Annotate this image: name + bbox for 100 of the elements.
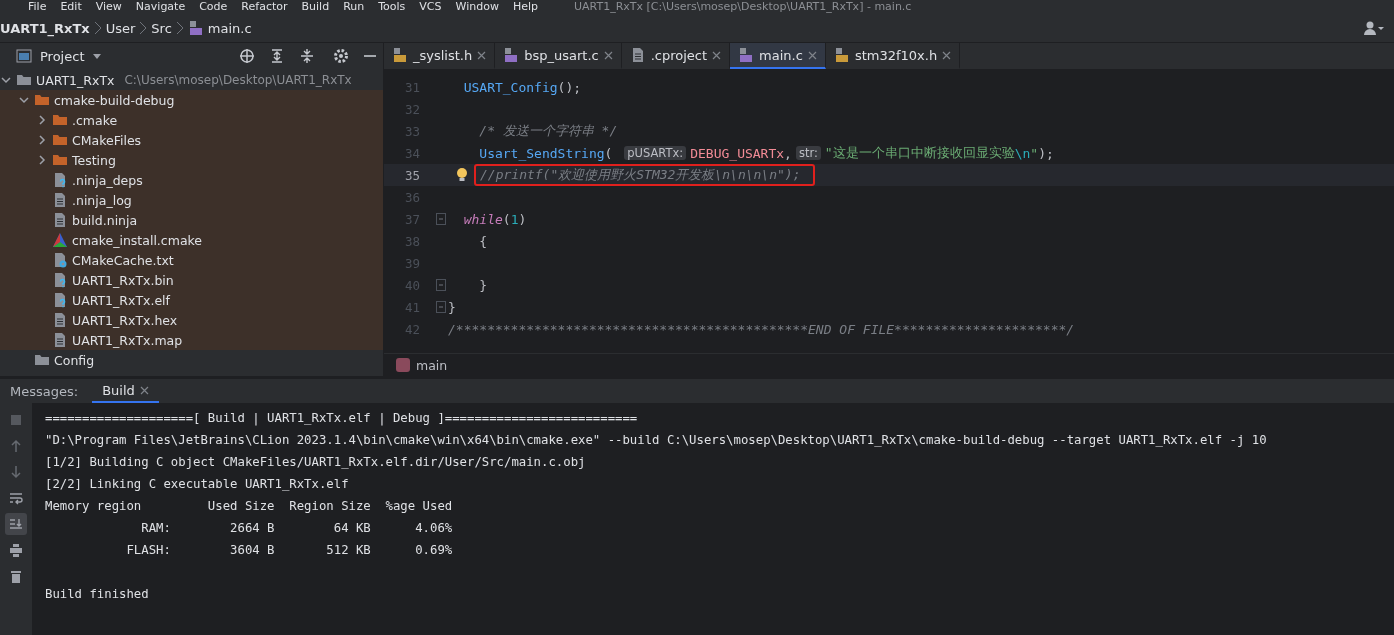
lightbulb-icon[interactable] [456,167,468,183]
parameter-hint: pUSARTx: [624,146,687,160]
fold-marker-icon[interactable] [436,279,446,291]
tree-item-label: cmake_install.cmake [72,232,203,248]
code-token: Usart_SendString [478,145,605,161]
output-line: Build finished [45,586,150,603]
tree-item-label: UART1_RxTx.bin [72,272,174,288]
output-line: [1/2] Building C object CMakeFiles/UART1_RxTx.elf.dir/User/Src/main.c.obj [45,454,587,471]
menu-item[interactable]: Code [199,1,228,13]
code-token: /*********************************************END OF FILE**********************/ [448,321,1075,337]
tree-row[interactable]: cmake_install.cmake [0,230,383,250]
chevron-right-icon [139,21,148,35]
header-file-icon [392,47,408,63]
output-line: RAM: 2664 B 64 KB 4.06% [140,520,454,537]
user-icon[interactable] [1364,20,1384,36]
tree-item-label: UART1_RxTx.elf [72,292,170,308]
chevron-right-icon[interactable] [36,134,48,146]
panel-title[interactable]: Project [40,48,85,64]
arrow-up-icon [9,439,23,453]
tree-row[interactable]: .cmake [0,110,383,130]
tree-item-label: Testing [72,152,116,168]
menu-item[interactable]: File [28,1,47,13]
menu-item[interactable]: Help [512,1,538,13]
fold-marker-icon[interactable] [436,301,446,313]
file-tab[interactable]: bsp_usart.c [495,43,622,69]
settings-icon[interactable] [333,48,349,64]
output-line: ====================[ Build | UART1_RxTx.elf | Debug ]========================== [45,410,639,428]
menu-item[interactable]: Run [343,1,365,13]
tree-row[interactable]: UART1_RxTx.hex [0,310,383,330]
file-tab[interactable]: stm32f10x.h [825,43,961,69]
code-token: DEBUG_USARTx [690,145,785,161]
chevron-down-icon[interactable] [0,74,12,86]
tree-row[interactable]: Testing [0,150,383,170]
tree-row[interactable]: CMakeFiles [0,130,383,150]
menu-item[interactable]: Window [455,1,499,13]
tree-row[interactable]: Config [0,350,383,370]
chevron-right-icon [93,21,102,35]
code-token: while [462,211,503,227]
close-icon[interactable] [942,50,952,60]
output-line: Memory region Used Size Region Size %age Used [45,498,454,515]
menu-item[interactable]: VCS [419,1,442,13]
file-tab[interactable]: main.c [730,43,826,69]
menu-item[interactable]: Refactor [241,1,288,13]
tree-row[interactable]: UART1_RxTx C:\Users\mosep\Desktop\UART1_RxTx [0,70,383,90]
menu-item[interactable]: Navigate [135,1,186,13]
scroll-to-end-icon [9,517,23,531]
output-line: [2/2] Linking C executable UART1_RxTx.elf [45,476,350,493]
tree-row[interactable]: CMakeCache.txt [0,250,383,270]
c-file-icon [187,20,204,36]
tree-item-label: CMakeFiles [72,132,142,148]
tree-item-label: Config [54,352,95,368]
code-token: { [478,233,488,249]
breadcrumb-item[interactable]: Src [151,20,172,36]
breadcrumb-item[interactable]: UART1_RxTx [0,20,90,36]
code-token: ) [518,211,527,227]
tree-row[interactable]: UART1_RxTx.bin [0,270,383,290]
tree-row[interactable]: .ninja_log [0,190,383,210]
folder-icon [52,112,68,128]
code-token: ); [1038,145,1054,161]
chevron-right-icon[interactable] [36,114,48,126]
close-icon[interactable] [807,50,817,60]
fold-marker-icon[interactable] [436,213,446,225]
close-icon[interactable] [603,50,613,60]
chevron-down-icon[interactable] [18,94,30,106]
folder-icon [34,352,50,368]
chevron-right-icon [175,21,184,35]
output-line: "D:\Program Files\JetBrains\CLion 2023.1.4\bin\cmake\win\x64\bin\cmake.exe" --build C:\Users\mosep\Desktop\UART1_RxTx\cmake-build-debug --target UART1_RxTx.elf -j 10 [45,432,1268,449]
tree-item-label: build.ninja [72,212,138,228]
tree-row[interactable]: build.ninja [0,210,383,230]
stop-icon [9,413,23,427]
tree-item-label: cmake-build-debug [54,92,175,108]
tool-button[interactable] [5,513,27,535]
menu-item[interactable]: Edit [60,1,82,13]
close-icon[interactable] [139,385,149,395]
breadcrumb-item[interactable]: main.c [207,20,252,36]
collapse-all-icon[interactable] [299,48,315,64]
locate-icon[interactable] [239,48,255,64]
tree-row[interactable]: UART1_RxTx.elf [0,290,383,310]
tree-item-label: CMakeCache.txt [72,252,174,268]
close-icon[interactable] [477,50,487,60]
menu-item[interactable]: Tools [378,1,406,13]
menu-item[interactable]: View [95,1,122,13]
expand-all-icon[interactable] [269,48,285,64]
unknown-file-icon [52,172,68,188]
chevron-right-icon[interactable] [36,154,48,166]
file-tab[interactable]: _syslist.h [384,43,496,69]
tree-row[interactable]: .ninja_deps [0,170,383,190]
menu-item[interactable]: Build [301,1,330,13]
close-icon[interactable] [712,50,722,60]
code-token: } [478,277,488,293]
tree-row[interactable]: cmake-build-debug [0,90,383,110]
caret-icon[interactable] [92,51,103,61]
tree-item-label: .ninja_deps [72,172,143,188]
breadcrumb-item[interactable]: User [105,20,136,36]
tree-item-label: .cmake [72,112,118,128]
tree-row[interactable]: UART1_RxTx.map [0,330,383,350]
header-file-icon [833,47,850,63]
breadcrumb-item[interactable]: main [416,357,448,373]
folder-icon [52,132,68,148]
window-title: UART1_RxTx [C:\Users\mosep\Desktop\UART1_RxTx] - main.c [574,1,912,13]
